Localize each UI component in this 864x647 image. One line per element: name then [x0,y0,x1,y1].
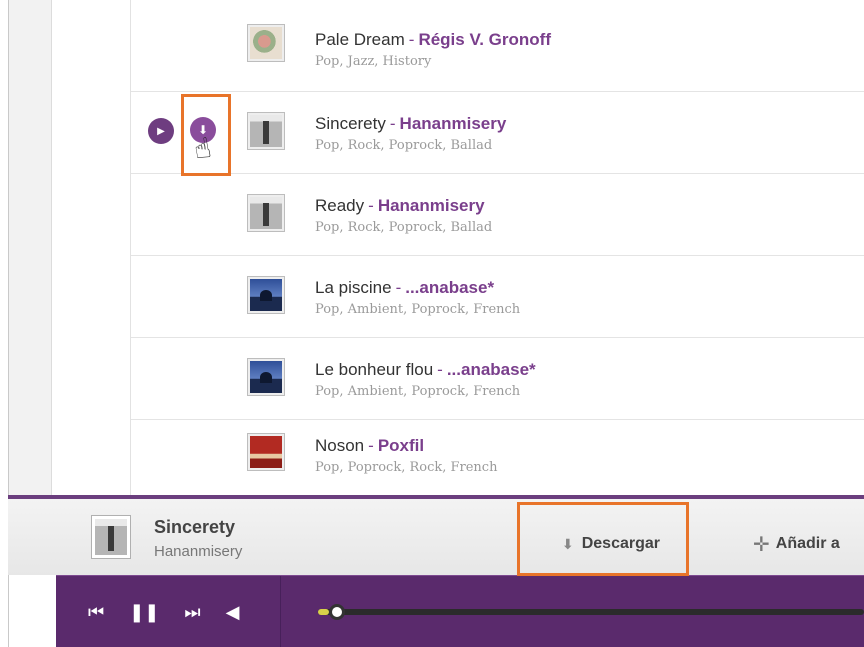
track-title[interactable]: La piscine [315,278,392,297]
track-info: La piscine - ...anabase* Pop, Ambient, Pop… [315,278,520,317]
list-item[interactable]: Ready - Hananmisery Pop, Rock, Poprock, Ba… [131,174,864,256]
left-gutter [9,0,52,495]
separator: - [408,30,415,49]
next-icon[interactable]: ⏭ [184,602,200,623]
progress-track[interactable] [318,604,864,620]
track-title[interactable]: Noson [315,436,364,455]
transport-controls: ⏮ ❚❚ ⏭ ◀ [56,576,281,647]
track-artist[interactable]: ...anabase* [405,278,494,297]
now-playing-title[interactable]: Sincerety [154,517,235,538]
track-title[interactable]: Ready [315,196,364,215]
player-controls: ⏮ ❚❚ ⏭ ◀ [56,575,864,647]
list-item[interactable]: Pale Dream - Régis V. Gronoff Pop, Jazz, H… [131,0,864,92]
track-artist[interactable]: Hananmisery [378,196,485,215]
volume-icon[interactable]: ◀ [226,602,240,623]
track-title[interactable]: Sincerety [315,114,386,133]
night-cover-icon [250,279,282,311]
separator: - [368,436,374,455]
track-info: Le bonheur flou - ...anabase* Pop, Ambient… [315,360,536,399]
bottom-bar: Sincerety Hananmisery ⬇ Descargar ✛ Añad… [0,495,864,647]
album-cover [247,358,285,396]
separator: - [368,196,374,215]
track-info: Ready - Hananmisery Pop, Rock, Poprock, Ba… [315,196,492,235]
track-tags: Pop, Rock, Poprock, Ballad [315,220,493,235]
row-play-button[interactable]: ▶ [148,118,174,144]
track-artist[interactable]: Hananmisery [400,114,507,133]
track-tags: Pop, Poprock, Rock, French [315,460,498,475]
track-tags: Pop, Ambient, Poprock, French [315,384,521,399]
list-item[interactable]: Noson - Poxfil Pop, Poprock, Rock, French [131,420,864,495]
track-title[interactable]: Le bonheur flou [315,360,433,379]
album-cover [247,276,285,314]
track-list: Pale Dream - Régis V. Gronoff Pop, Jazz, H… [52,0,864,495]
album-cover [247,194,285,232]
list-item[interactable]: Sincerety - Hananmisery Pop, Rock, Poprock… [131,92,864,174]
separator: - [437,360,443,379]
flower-cover-icon [250,27,282,59]
separator: - [395,278,402,297]
tower-cover-icon [250,197,282,229]
track-info: Pale Dream - Régis V. Gronoff Pop, Jazz, H… [315,30,551,69]
album-cover [247,433,285,471]
progress-knob[interactable] [328,604,345,620]
add-to-label: Añadir a [775,535,840,552]
track-artist[interactable]: Régis V. Gronoff [418,30,551,49]
list-item[interactable]: La piscine - ...anabase* Pop, Ambient, Pop… [131,256,864,338]
now-playing-cover [91,515,131,559]
previous-icon[interactable]: ⏮ [88,602,104,623]
track-info: Noson - Poxfil Pop, Poprock, Rock, French [315,436,497,475]
track-list-inner: Pale Dream - Régis V. Gronoff Pop, Jazz, H… [130,0,864,495]
track-title[interactable]: Pale Dream [315,30,405,49]
track-tags: Pop, Ambient, Poprock, French [315,302,521,317]
now-playing-strip: Sincerety Hananmisery ⬇ Descargar ✛ Añad… [8,495,864,575]
pause-icon[interactable]: ❚❚ [129,602,159,623]
album-cover [247,112,285,150]
track-tags: Pop, Rock, Poprock, Ballad [315,138,493,153]
track-info: Sincerety - Hananmisery Pop, Rock, Poprock… [315,114,506,153]
tower-cover-icon [250,115,282,147]
add-to-button[interactable]: ✛ Añadir a [753,517,840,571]
track-artist[interactable]: ...anabase* [447,360,536,379]
highlight-box-download [517,502,689,576]
plus-icon: ✛ [753,533,770,556]
night-cover-icon [250,361,282,393]
now-playing-artist[interactable]: Hananmisery [154,543,242,560]
progress-fill [318,609,329,615]
tower-cover-icon [95,519,127,555]
track-artist[interactable]: Poxfil [378,436,424,455]
album-cover [247,24,285,62]
separator: - [389,114,396,133]
track-tags: Pop, Jazz, History [315,54,432,69]
list-item[interactable]: Le bonheur flou - ...anabase* Pop, Ambient… [131,338,864,420]
red-cover-icon [250,436,282,468]
